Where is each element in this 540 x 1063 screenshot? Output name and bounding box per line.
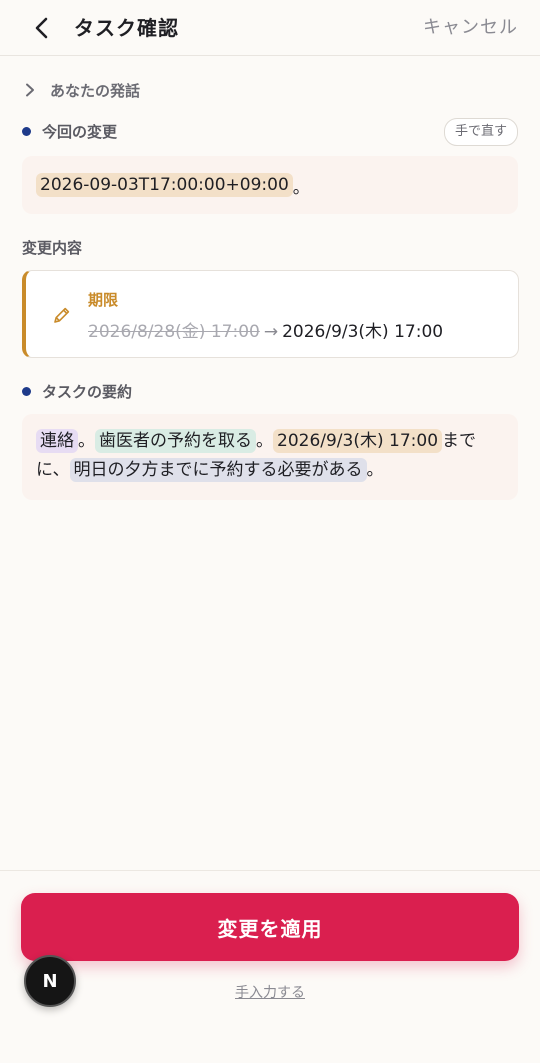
old-value: 2026/8/28(金) 17:00 <box>88 322 260 342</box>
diff-card: 期限 2026/8/28(金) 17:00 → 2026/9/3(木) 17:00 <box>22 270 519 358</box>
summary-sep: 。 <box>78 431 95 451</box>
current-change-label: 今回の変更 <box>42 122 118 141</box>
apply-changes-button[interactable]: 変更を適用 <box>21 893 519 961</box>
utterance-toggle[interactable]: あなたの発話 <box>22 76 140 104</box>
manual-input-link[interactable]: 手入力する <box>0 982 540 1002</box>
summary-deadline: 2026/9/3(木) 17:00 <box>273 429 443 453</box>
summary-sep: 。 <box>256 431 273 451</box>
summary-task: 歯医者の予約を取る <box>95 429 256 453</box>
summary-text: に、 <box>36 460 70 480</box>
task-summary-card: 連絡。歯医者の予約を取る。 2026/9/3(木) 17:00 まで に、 明日の夕方ま… <box>22 414 518 500</box>
current-change-value: 2026-09-03T17:00:00+09:00 <box>36 173 293 197</box>
n-badge-button[interactable]: N <box>24 955 76 1007</box>
pencil-icon <box>54 307 70 323</box>
current-change-card: 2026-09-03T17:00:00+09:00 。 <box>22 156 518 214</box>
bullet-dot <box>22 126 31 136</box>
arrow-right-icon: → <box>263 322 279 342</box>
bullet-dot <box>22 386 31 396</box>
cancel-button[interactable]: キャンセル <box>423 14 518 42</box>
diff-field-name: 期限 <box>88 291 119 309</box>
back-button[interactable] <box>28 14 56 42</box>
summary-end: 。 <box>366 460 384 480</box>
utterance-toggle-label: あなたの発話 <box>50 81 141 100</box>
new-value: 2026/9/3(木) 17:00 <box>282 322 444 342</box>
summary-text: まで <box>442 431 477 451</box>
fix-manually-button[interactable]: 手で直す <box>443 118 518 146</box>
page-title: タスク確認 <box>74 16 179 40</box>
chevron-left-icon <box>35 17 48 39</box>
current-change-heading: 今回の変更 <box>22 117 117 145</box>
current-change-suffix: 。 <box>292 177 310 198</box>
task-summary-heading: タスクの要約 <box>22 377 132 405</box>
summary-category: 連絡 <box>36 429 78 453</box>
diff-values: 2026/8/28(金) 17:00 → 2026/9/3(木) 17:00 <box>88 317 443 342</box>
task-summary-label: タスクの要約 <box>42 382 133 401</box>
chevron-right-icon <box>22 82 38 98</box>
summary-description: 明日の夕方までに予約する必要がある <box>69 458 367 482</box>
change-details-label: 変更内容 <box>22 239 83 257</box>
header-bar: タスク確認 キャンセル <box>0 0 540 56</box>
